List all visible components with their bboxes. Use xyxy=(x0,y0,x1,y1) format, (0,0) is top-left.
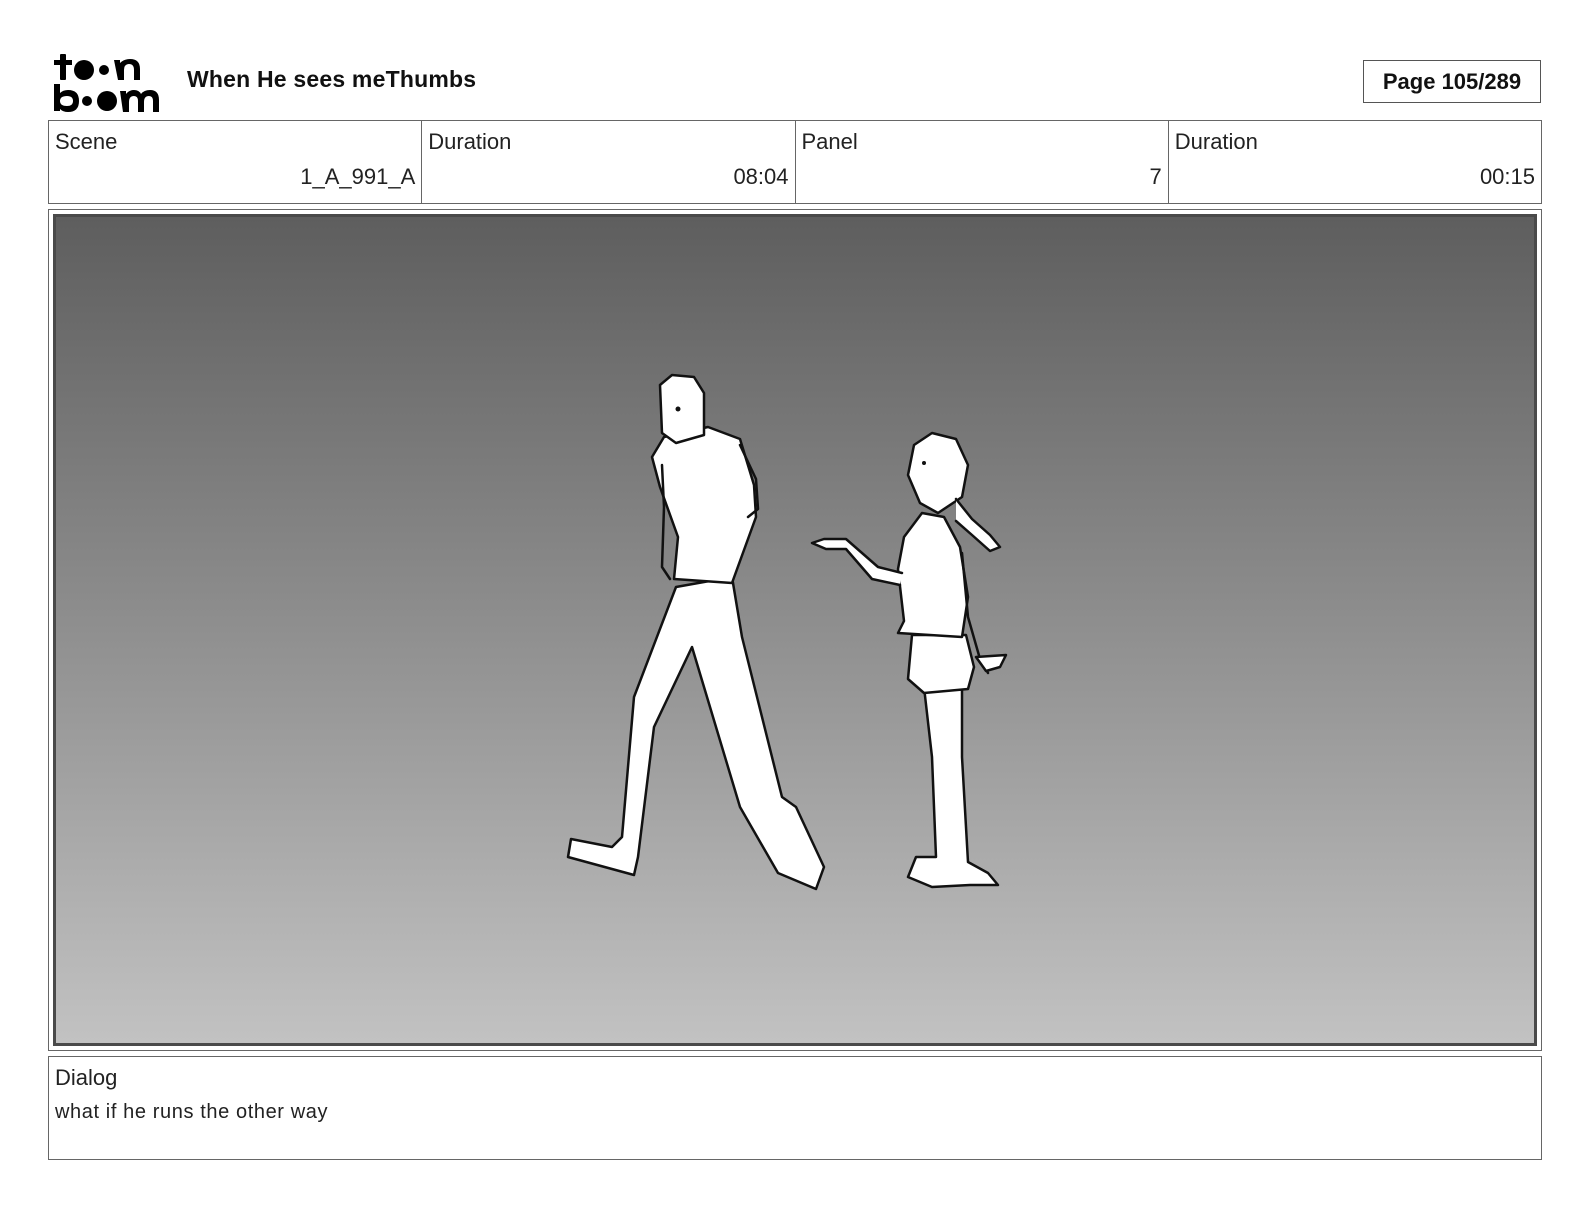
dialog-label: Dialog xyxy=(55,1065,118,1090)
scene-duration-label: Duration xyxy=(428,129,512,154)
panel-duration-label: Duration xyxy=(1174,129,1258,154)
page-indicator: Page 105/289 xyxy=(1363,60,1541,103)
storyboard-panel-image xyxy=(53,214,1537,1046)
toon-boom-logo xyxy=(52,52,164,112)
panel-label: Panel xyxy=(801,129,858,154)
scene-duration-value: 08:04 xyxy=(733,164,789,189)
scene-value: 1_A_991_A xyxy=(300,164,416,189)
scene-label: Scene xyxy=(55,129,118,154)
girl-figure xyxy=(810,431,1008,889)
panel-duration-cell: Duration 00:15 xyxy=(1169,121,1541,203)
scene-info-table: Scene 1_A_991_A Duration 08:04 Panel 7 D… xyxy=(48,120,1542,204)
panel-cell: Panel 7 xyxy=(796,121,1169,203)
man-figure xyxy=(566,373,826,891)
scene-cell: Scene 1_A_991_A xyxy=(49,121,423,203)
scene-duration-cell: Duration 08:04 xyxy=(422,121,796,203)
dialog-text: what if he runs the other way xyxy=(55,1101,329,1123)
project-title: When He sees meThumbs xyxy=(187,66,477,92)
panel-value: 7 xyxy=(1149,164,1162,189)
panel-duration-value: 00:15 xyxy=(1479,164,1535,189)
dialog-box: Dialog what if he runs the other way xyxy=(48,1056,1542,1160)
storyboard-panel-frame xyxy=(48,209,1542,1051)
sketch-drawing xyxy=(566,373,1008,891)
